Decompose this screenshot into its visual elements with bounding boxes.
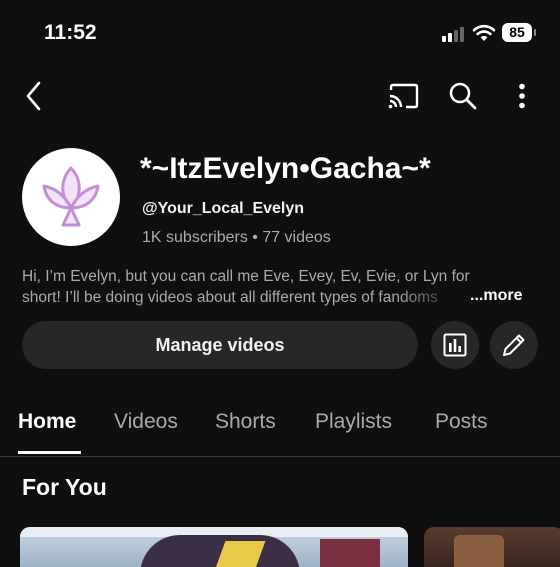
- more-link[interactable]: ...more: [470, 287, 522, 305]
- tab-playlists[interactable]: Playlists: [315, 410, 392, 434]
- manage-videos-button[interactable]: Manage videos: [22, 321, 418, 369]
- channel-title: *~ItzEvelyn•Gacha~*: [140, 152, 431, 185]
- analytics-button[interactable]: [431, 321, 479, 369]
- description-line-2: short! I’ll be doing videos about all di…: [22, 289, 438, 306]
- wifi-icon: [472, 24, 496, 41]
- channel-description[interactable]: Hi, I’m Evelyn, but you can call me Eve,…: [22, 266, 532, 314]
- avatar[interactable]: [22, 148, 120, 246]
- description-line-1: Hi, I’m Evelyn, but you can call me Eve,…: [22, 268, 470, 285]
- top-app-bar: [0, 72, 560, 120]
- pencil-icon: [503, 334, 525, 356]
- tab-shorts[interactable]: Shorts: [215, 410, 276, 434]
- cellular-signal-icon: [442, 26, 468, 42]
- status-time: 11:52: [44, 21, 97, 44]
- more-vert-icon[interactable]: [506, 78, 538, 114]
- tab-posts[interactable]: Posts: [435, 410, 488, 434]
- search-icon[interactable]: [444, 78, 482, 114]
- back-arrow-icon[interactable]: [16, 78, 52, 114]
- video-thumbnail[interactable]: [20, 527, 408, 567]
- section-title: For You: [22, 474, 107, 500]
- channel-tabs: Home Videos Shorts Playlists Posts: [0, 400, 560, 457]
- analytics-icon: [443, 333, 467, 357]
- cast-icon[interactable]: [384, 78, 422, 114]
- lotus-logo: [42, 166, 100, 227]
- channel-stats: 1K subscribers • 77 videos: [142, 229, 331, 246]
- video-thumbnail[interactable]: [424, 527, 560, 567]
- edit-channel-button[interactable]: [490, 321, 538, 369]
- tab-home[interactable]: Home: [18, 410, 76, 434]
- status-bar: 11:52 85: [0, 0, 560, 64]
- active-tab-indicator: [18, 451, 81, 454]
- tab-videos[interactable]: Videos: [114, 410, 178, 434]
- channel-handle: @Your_Local_Evelyn: [142, 200, 305, 217]
- battery-icon: 85: [502, 23, 536, 42]
